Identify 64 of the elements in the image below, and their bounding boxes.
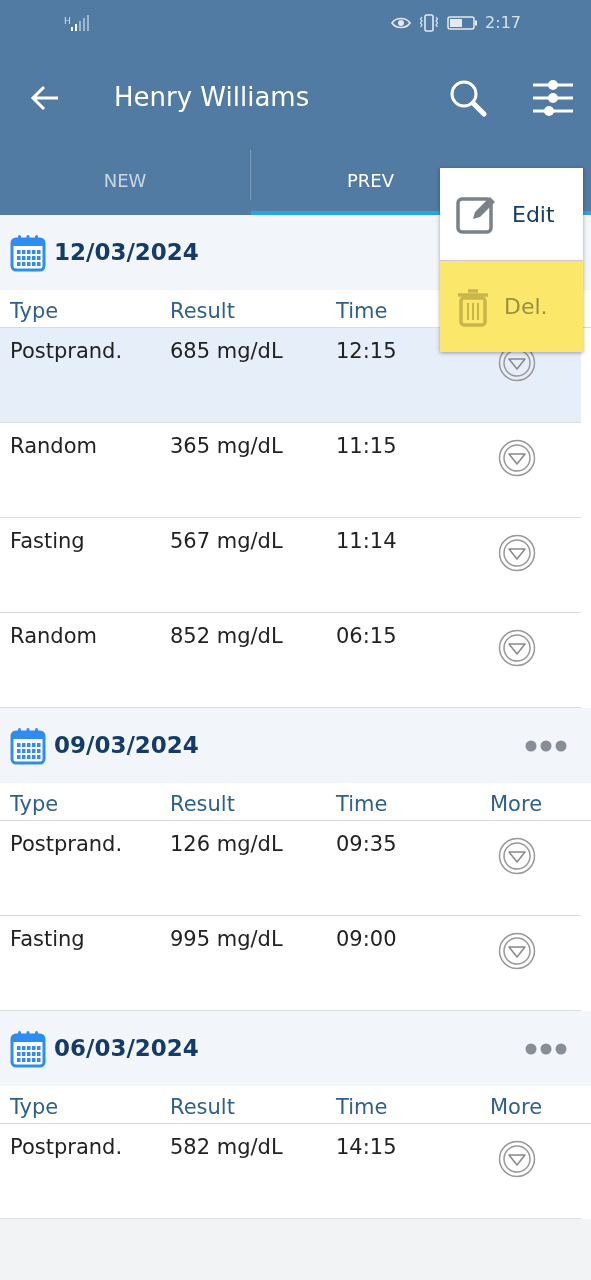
expand-button[interactable] [498, 932, 536, 970]
network-type-label: H [64, 14, 71, 28]
reading-row[interactable]: Random 365 mg/dL 11:15 [0, 423, 581, 518]
expand-button[interactable] [498, 439, 536, 477]
reading-row[interactable]: Postprand. 126 mg/dL 09:35 [0, 821, 581, 916]
table-cell-text: 852 mg/dL [170, 623, 284, 650]
table-cell-text: 09:00 [336, 926, 398, 953]
column-header: Type [10, 297, 59, 325]
clock-time: 2:17 [485, 11, 521, 34]
column-header: Type [10, 790, 59, 818]
battery-icon [447, 15, 478, 30]
table-cell-text: 12:15 [336, 338, 398, 365]
eye-icon [391, 15, 412, 30]
column-header: Time [336, 297, 388, 325]
table-cell-text: Postprand. [10, 1134, 124, 1161]
column-header: Type [10, 1093, 59, 1121]
calendar-icon [10, 726, 46, 765]
expand-button[interactable] [498, 629, 536, 667]
table-cell-text: Fasting [10, 528, 86, 555]
table-cell-text: 995 mg/dL [170, 926, 284, 953]
column-header: More [490, 1093, 543, 1121]
edit-icon [456, 194, 498, 234]
reading-row[interactable]: Postprand. 685 mg/dL 12:15 [0, 328, 581, 423]
signal-icon [70, 14, 89, 31]
table-cell-text: Random [10, 623, 98, 650]
table-cell-text: Fasting [10, 926, 86, 953]
column-header: Result [170, 297, 235, 325]
trash-icon [456, 286, 490, 327]
table-cell-text: Postprand. [10, 831, 124, 858]
search-icon[interactable] [449, 78, 487, 117]
table-cell-text: 365 mg/dL [170, 433, 284, 460]
table-cell-text: Postprand. [10, 338, 124, 365]
expand-button[interactable] [498, 534, 536, 572]
table-cell-text: Random [10, 433, 98, 460]
back-arrow-icon[interactable] [30, 84, 60, 111]
calendar-icon [10, 233, 46, 272]
date-heading: 12/03/2024 [54, 238, 199, 268]
filter-sliders-icon[interactable] [533, 79, 573, 116]
column-header: More [490, 790, 543, 818]
date-heading: 06/03/2024 [54, 1034, 199, 1064]
table-cell-text: 582 mg/dL [170, 1134, 284, 1161]
more-options-icon[interactable] [525, 1042, 567, 1055]
expand-button[interactable] [498, 1140, 536, 1178]
menu-item[interactable]: Edit [440, 168, 583, 260]
column-header: Result [170, 790, 235, 818]
table-cell-text: 14:15 [336, 1134, 398, 1161]
column-header: Time [336, 790, 388, 818]
column-header: Time [336, 1093, 388, 1121]
reading-row[interactable]: Postprand. 582 mg/dL 14:15 [0, 1124, 581, 1219]
table-cell-text: 126 mg/dL [170, 831, 284, 858]
table-cell-text: 11:15 [336, 433, 398, 460]
table-cell-text: 09:35 [336, 831, 398, 858]
expand-button[interactable] [498, 837, 536, 875]
screen-title: Henry Williams [114, 81, 310, 114]
table-cell-text: 567 mg/dL [170, 528, 284, 555]
more-options-icon[interactable] [525, 739, 567, 752]
calendar-icon [10, 1029, 46, 1068]
table-cell-text: 06:15 [336, 623, 398, 650]
column-header: Result [170, 1093, 235, 1121]
table-cell-text: 685 mg/dL [170, 338, 284, 365]
table-cell-text: 11:14 [336, 528, 398, 555]
date-heading: 09/03/2024 [54, 731, 199, 761]
vibrate-icon [419, 13, 440, 32]
reading-row[interactable]: Fasting 567 mg/dL 11:14 [0, 518, 581, 613]
